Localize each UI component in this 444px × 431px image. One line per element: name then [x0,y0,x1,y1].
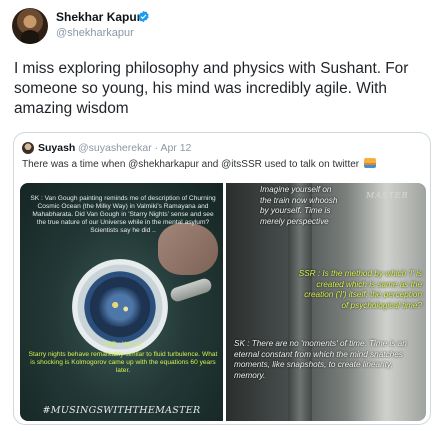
left-caption-sk: SK : Van Gough painting reminds me of de… [30,195,216,234]
quoted-author-handle[interactable]: @suyasherekar · Apr 12 [78,142,191,154]
quoted-tweet[interactable]: Suyash @suyasherekar · Apr 12 There was … [13,132,431,425]
quoted-text: There was a time when @shekharkapur and … [22,158,422,170]
left-caption-ssr-label: SSR : Yes sir. [103,341,143,348]
quoted-avatar[interactable] [22,142,34,154]
verified-badge-icon [138,10,149,23]
right-caption-1: Imagine yourself on the train now whoosh… [260,185,338,226]
media-image-right[interactable]: MASTER Imagine yourself on the train now… [226,183,426,421]
avatar[interactable] [12,8,48,44]
media-image-left[interactable]: SK : Van Gough painting reminds me of de… [20,183,223,421]
left-caption-ssr: Starry nights behave remarkably similar … [28,351,218,374]
quoted-text-body: There was a time when @shekharkapur and … [22,159,360,170]
tweet-text: I miss exploring philosophy and physics … [14,60,409,117]
author-name[interactable]: Shekhar Kapur [56,10,141,24]
spoon-shape [168,276,214,304]
starry-swirl [96,287,144,327]
right-caption-3: SK : There are no 'moments' of time. Tim… [234,339,407,380]
sunrise-emoji-icon [363,158,376,168]
watermark: MASTER [366,191,409,200]
media-grid[interactable]: SK : Van Gough painting reminds me of de… [20,183,426,421]
right-caption-2: SSR : Is the method by which 'I' is crea… [298,269,422,310]
hashtag: #MUSINGSWITHTHEMASTER [42,405,201,416]
author-handle[interactable]: @shekharkapur [56,27,134,39]
quoted-author-name[interactable]: Suyash [38,142,75,154]
tweet: Shekhar Kapur @shekharkapur I miss explo… [0,0,444,431]
